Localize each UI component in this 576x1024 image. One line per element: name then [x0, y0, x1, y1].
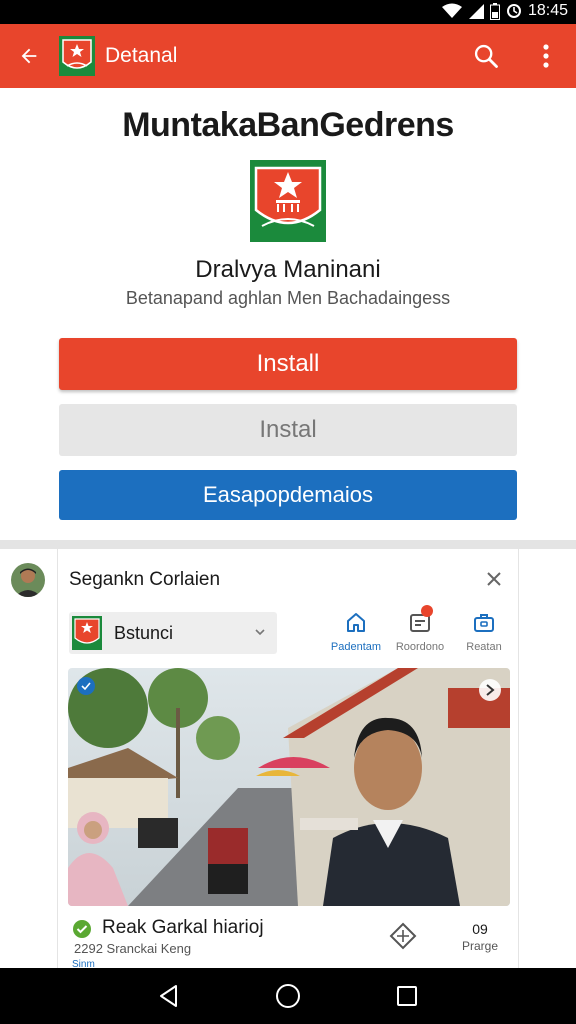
selector-logo [72, 616, 102, 650]
close-button[interactable] [482, 567, 506, 591]
post-photo[interactable] [68, 668, 510, 906]
post-count-label: Prarge [461, 939, 499, 953]
wifi-icon [441, 3, 462, 18]
post-title[interactable]: Reak Garkal hiarioj [102, 917, 264, 939]
arrow-back-icon [21, 48, 37, 64]
back-button[interactable] [0, 24, 58, 88]
tab-label: Roordono [395, 641, 445, 653]
tab-messages[interactable]: Roordono [388, 605, 452, 659]
nav-recents-button[interactable] [387, 976, 427, 1016]
nav-recents-icon [396, 986, 417, 1006]
chevron-down-icon [255, 629, 265, 636]
app-bar-title: Detanal [105, 44, 178, 67]
market-street-photo [68, 668, 510, 906]
battery-icon [489, 2, 500, 20]
post-count[interactable]: 09 Prarge [460, 921, 500, 953]
system-nav-bar [0, 968, 576, 1024]
status-bar: 18:45 [0, 0, 576, 24]
selector-label: Bstunci [114, 622, 174, 643]
nav-home-button[interactable] [268, 976, 308, 1016]
tab-label: Reatan [466, 641, 502, 653]
more-options-button[interactable] [526, 36, 566, 76]
search-icon [474, 44, 498, 68]
status-icons: 18:45 [441, 2, 568, 20]
developer-name: Dralvya Maninani [195, 256, 381, 283]
share-icon[interactable] [388, 921, 418, 951]
app-logo-small [59, 36, 95, 76]
app-logo [250, 160, 326, 242]
more-vert-icon [543, 44, 549, 68]
install-secondary-button[interactable]: Instal [59, 404, 517, 456]
tab-label: Padentam [330, 641, 382, 653]
post-footer: Reak Garkal hiarioj 2292 Sranckai Keng S… [68, 911, 510, 970]
post-card: Segankn Corlaien Bstunci Padentam Roordo… [57, 549, 519, 970]
page-selector[interactable]: Bstunci [69, 612, 277, 654]
app-bar: Detanal [0, 24, 576, 88]
sync-icon [506, 4, 521, 18]
app-name: MuntakaBanGedrens [122, 106, 454, 144]
home-icon [347, 613, 365, 632]
feed-tabs: Padentam Roordono Reatan [324, 605, 516, 659]
card-title: Segankn Corlaien [69, 569, 221, 590]
avatar[interactable] [11, 563, 45, 597]
post-subtitle: 2292 Sranckai Keng [74, 941, 192, 956]
notification-badge [421, 605, 433, 617]
briefcase-icon [474, 614, 494, 632]
app-bar-actions [466, 24, 566, 88]
nav-back-button[interactable] [149, 976, 189, 1016]
avatar-image [11, 563, 45, 597]
install-button[interactable]: Install [59, 338, 517, 390]
app-detail-section: MuntakaBanGedrens Dralvya Maninani Betan… [0, 88, 576, 540]
post-count-value: 09 [472, 921, 488, 937]
section-divider [0, 540, 576, 549]
search-button[interactable] [466, 36, 506, 76]
status-time: 18:45 [527, 2, 568, 19]
verified-check-icon [73, 920, 91, 938]
feed-section: Segankn Corlaien Bstunci Padentam Roordo… [0, 549, 576, 970]
tab-briefcase[interactable]: Reatan [452, 609, 516, 659]
close-icon [487, 572, 501, 586]
signal-icon [468, 4, 484, 19]
nav-home-icon [275, 984, 300, 1008]
open-button[interactable]: Easapopdemaios [59, 470, 517, 520]
app-tagline: Betanapand aghlan Men Bachadaingess [125, 288, 451, 308]
tab-home[interactable]: Padentam [324, 609, 388, 659]
nav-back-icon [160, 985, 178, 1007]
